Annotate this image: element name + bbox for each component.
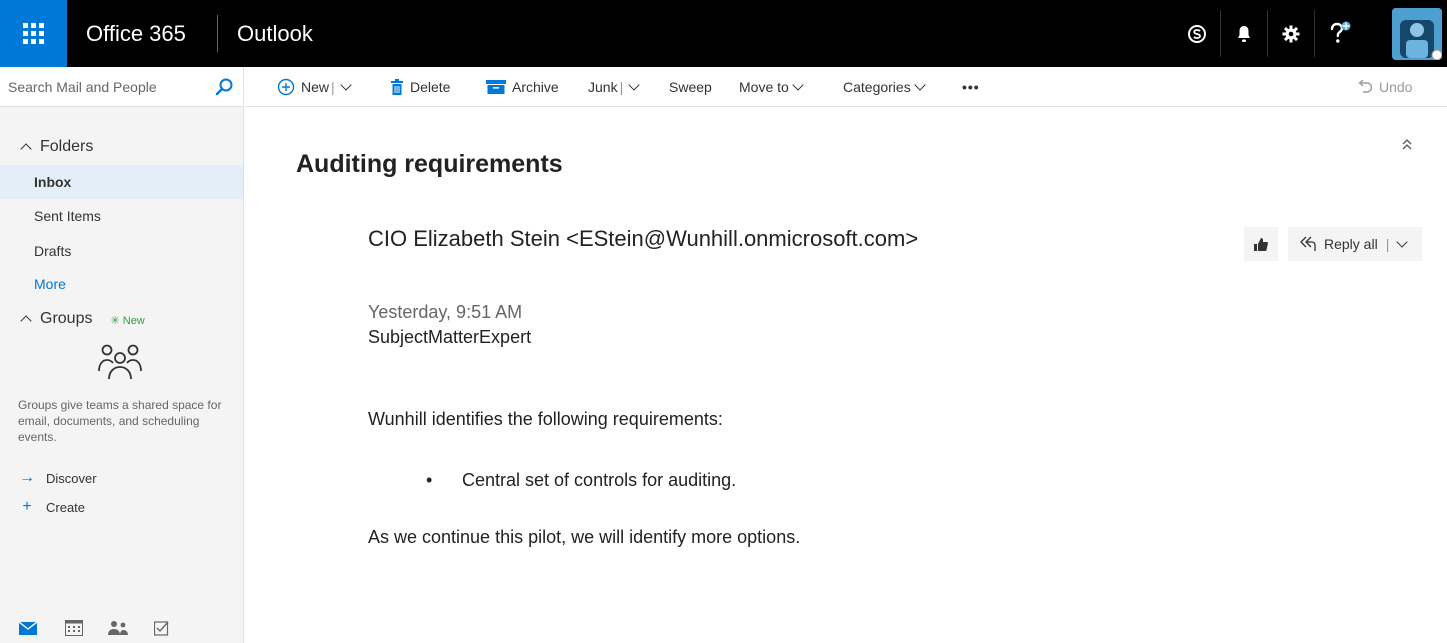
create-group-link[interactable]: + Create — [18, 496, 85, 518]
groups-new-badge: ✳ New — [110, 315, 145, 327]
app-launcher-icon — [23, 23, 44, 44]
categories-label: Categories — [843, 79, 911, 95]
message-body-intro: Wunhill identifies the following require… — [368, 409, 723, 429]
tasks-module-button[interactable] — [150, 618, 174, 638]
groups-illustration-icon — [98, 344, 142, 380]
new-button[interactable]: New | — [277, 67, 352, 107]
divider: | — [331, 79, 335, 95]
left-navigation: Folders Inbox Sent Items Drafts More Gro… — [0, 107, 244, 643]
delete-label: Delete — [410, 79, 451, 95]
create-label: Create — [46, 499, 86, 515]
topbar-separator — [1220, 10, 1221, 57]
groups-label: Groups — [40, 310, 93, 327]
trash-icon — [390, 79, 404, 95]
archive-label: Archive — [512, 79, 559, 95]
top-bar: Office 365 Outlook — [0, 0, 1447, 67]
folder-inbox[interactable]: Inbox — [0, 165, 243, 199]
notifications-button[interactable] — [1224, 0, 1264, 67]
calendar-module-button[interactable] — [62, 618, 86, 638]
bullet-marker: • — [426, 470, 433, 490]
message-sender[interactable]: CIO Elizabeth Stein <EStein@Wunhill.onmi… — [368, 226, 918, 252]
topbar-separator — [1314, 10, 1315, 57]
people-module-button[interactable] — [106, 618, 130, 638]
folder-sent-items[interactable]: Sent Items — [0, 199, 243, 233]
discover-label: Discover — [46, 470, 97, 486]
undo-button[interactable]: Undo — [1357, 67, 1412, 107]
message-bullet-item: Central set of controls for auditing. — [462, 470, 737, 490]
chevron-down-icon[interactable] — [628, 79, 640, 91]
avatar[interactable] — [1392, 8, 1442, 60]
mail-module-button[interactable] — [16, 618, 40, 638]
arrow-right-icon: → — [19, 469, 35, 486]
reply-all-button[interactable]: Reply all | — [1288, 227, 1422, 261]
groups-description: Groups give teams a shared space for ema… — [18, 398, 222, 444]
mail-icon — [19, 621, 37, 635]
plus-circle-icon — [277, 78, 295, 96]
calendar-icon — [65, 620, 83, 636]
collapse-up-icon[interactable] — [1400, 137, 1414, 151]
divider: | — [619, 79, 624, 95]
module-switcher — [0, 613, 243, 643]
search-icon[interactable] — [213, 77, 235, 97]
undo-icon — [1357, 80, 1373, 94]
chevron-up-icon — [20, 315, 32, 327]
folders-more-link[interactable]: More — [0, 267, 243, 301]
move-to-button[interactable]: Move to — [739, 67, 804, 107]
chevron-down-icon[interactable] — [339, 79, 352, 91]
office-365-title[interactable]: Office 365 — [86, 0, 186, 67]
plus-icon: + — [22, 498, 32, 515]
tasks-icon — [154, 621, 169, 636]
folder-drafts[interactable]: Drafts — [0, 234, 243, 268]
folders-label: Folders — [40, 138, 94, 155]
archive-button[interactable]: Archive — [486, 67, 559, 107]
new-label: New — [301, 79, 330, 95]
more-actions-button[interactable]: ••• — [962, 67, 980, 107]
junk-label: Junk — [588, 79, 618, 95]
topbar-separator — [1267, 10, 1268, 57]
move-to-label: Move to — [739, 79, 789, 95]
help-button[interactable] — [1320, 0, 1360, 67]
search-box — [0, 67, 244, 107]
discover-link[interactable]: → Discover — [18, 467, 97, 489]
chevron-down-icon — [792, 79, 804, 91]
junk-button[interactable]: Junk | — [588, 67, 640, 107]
gear-icon — [1282, 25, 1300, 42]
folders-header[interactable]: Folders — [20, 135, 93, 159]
skype-button[interactable] — [1177, 0, 1217, 67]
command-bar: New | Delete Archive Junk | Sweep Move t… — [245, 67, 1447, 107]
message-subject: Auditing requirements — [296, 150, 563, 178]
settings-button[interactable] — [1271, 0, 1311, 67]
message-recipient[interactable]: SubjectMatterExpert — [368, 327, 531, 348]
chevron-down-icon — [914, 79, 926, 91]
categories-button[interactable]: Categories — [843, 67, 926, 107]
undo-label: Undo — [1379, 79, 1413, 95]
groups-header[interactable]: Groups ✳ New — [20, 307, 145, 331]
message-timestamp: Yesterday, 9:51 AM — [368, 302, 523, 322]
search-input[interactable] — [8, 75, 198, 99]
chevron-up-icon — [20, 143, 32, 155]
chevron-down-icon[interactable] — [1396, 236, 1409, 248]
sweep-label: Sweep — [669, 79, 712, 95]
topbar-divider — [217, 15, 218, 52]
reply-all-icon — [1300, 236, 1316, 251]
archive-icon — [486, 80, 506, 94]
divider: | — [1385, 236, 1390, 252]
help-icon — [1330, 21, 1351, 43]
sweep-button[interactable]: Sweep — [669, 67, 712, 107]
thumbs-up-icon — [1254, 237, 1268, 251]
app-launcher-button[interactable] — [0, 0, 67, 67]
people-icon — [108, 621, 128, 635]
user-avatar-icon — [1392, 8, 1442, 60]
reply-all-label: Reply all — [1324, 236, 1378, 252]
outlook-title[interactable]: Outlook — [237, 0, 313, 67]
groups-badge-label: New — [122, 315, 145, 327]
message-body-outro: As we continue this pilot, we will ident… — [368, 527, 801, 547]
delete-button[interactable]: Delete — [390, 67, 450, 107]
bell-icon — [1238, 25, 1250, 42]
like-button[interactable] — [1244, 227, 1278, 261]
skype-icon — [1188, 24, 1206, 43]
